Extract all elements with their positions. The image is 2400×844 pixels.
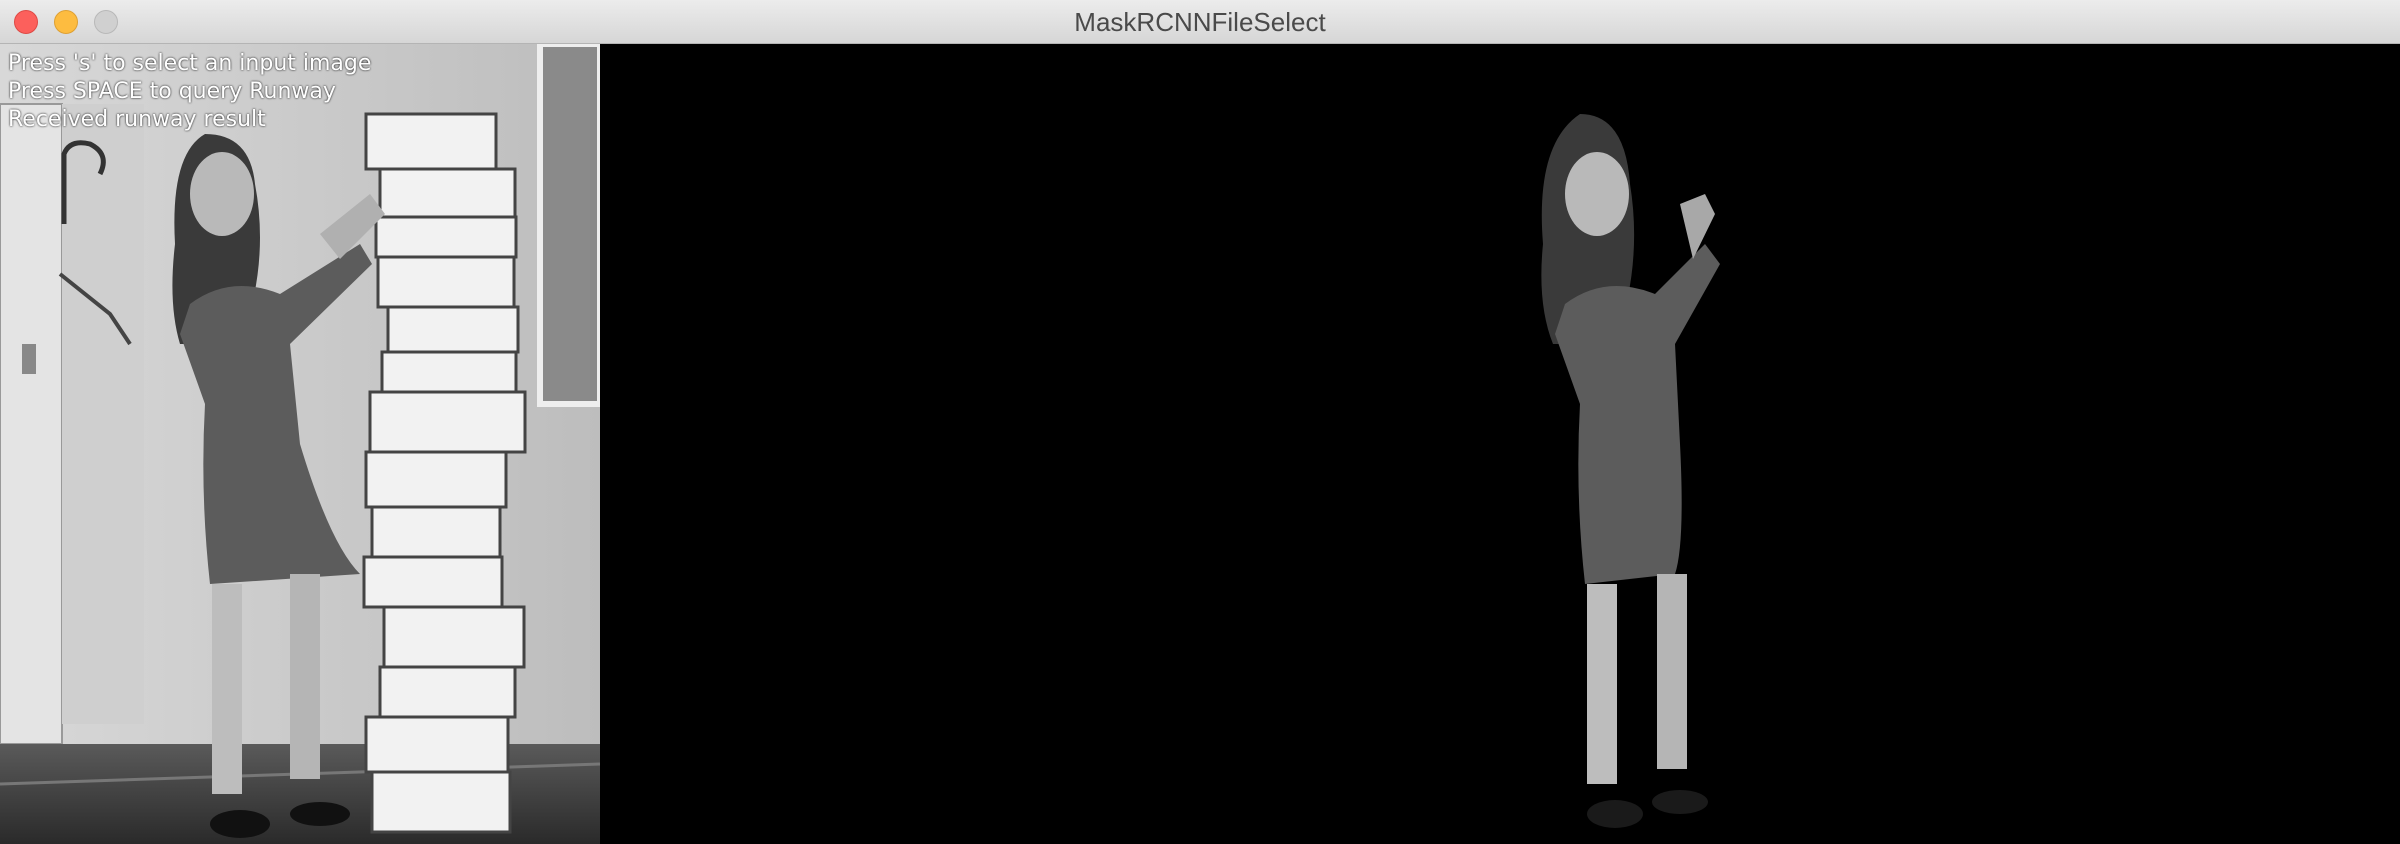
instruction-query-runway: Press SPACE to query Runway xyxy=(8,79,336,104)
status-received-result: Received runway result xyxy=(8,107,266,132)
input-image-pane: Press 's' to select an input image Press… xyxy=(0,41,603,844)
input-photo xyxy=(0,41,603,844)
title-bar[interactable]: MaskRCNNFileSelect xyxy=(0,0,2400,44)
app-window: MaskRCNNFileSelect Press 's' to select a… xyxy=(0,0,2400,844)
segmentation-result-pane xyxy=(600,44,2400,844)
window-title: MaskRCNNFileSelect xyxy=(1074,7,1326,37)
instruction-select-image: Press 's' to select an input image xyxy=(8,51,372,76)
instruction-overlay: Press 's' to select an input image Press… xyxy=(8,50,371,134)
masked-person-image xyxy=(1541,114,1720,828)
sketch-canvas[interactable]: Press 's' to select an input image Press… xyxy=(0,41,2400,844)
